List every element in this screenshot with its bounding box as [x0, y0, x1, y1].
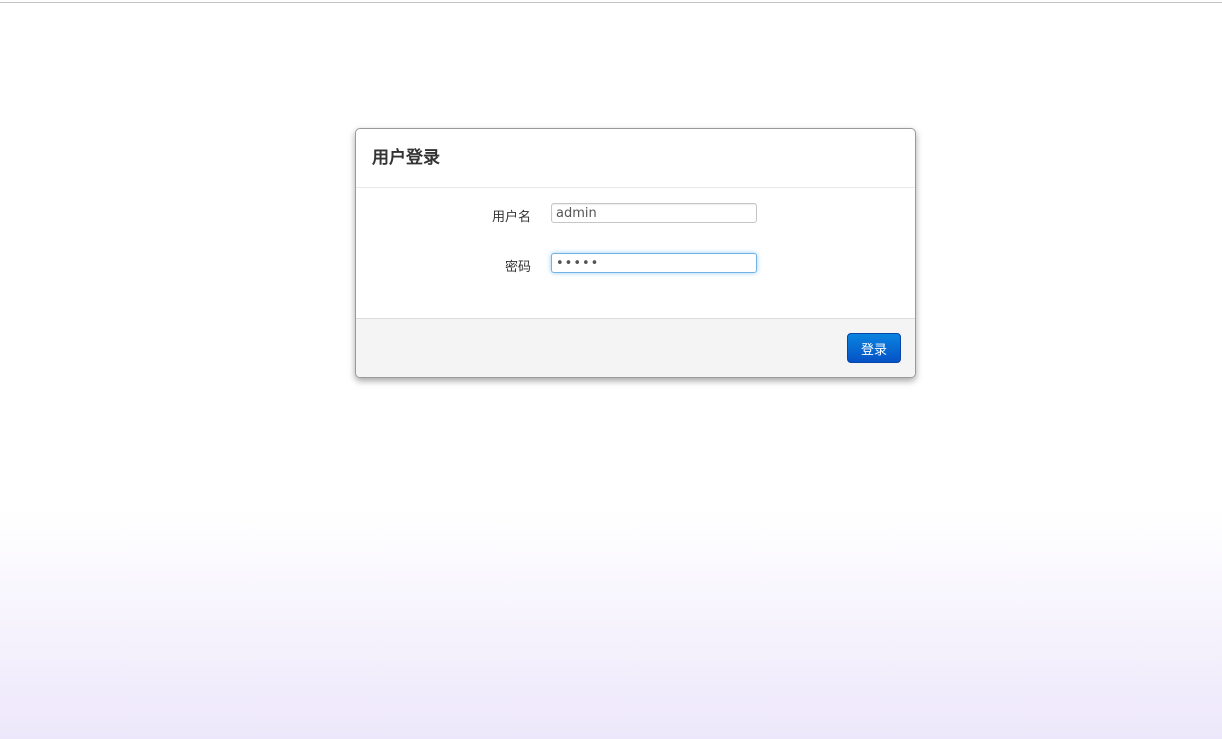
username-label: 用户名 [491, 210, 531, 225]
username-input[interactable] [551, 203, 757, 223]
password-input[interactable] [551, 253, 757, 273]
dialog-header: 用户登录 [356, 129, 915, 188]
dialog-title: 用户登录 [372, 148, 440, 168]
password-label: 密码 [504, 260, 531, 275]
dialog-footer: 登录 [356, 318, 915, 377]
top-divider [0, 2, 1222, 3]
login-dialog: 用户登录 用户名 密码 登录 [355, 128, 916, 378]
login-button[interactable]: 登录 [847, 333, 901, 363]
